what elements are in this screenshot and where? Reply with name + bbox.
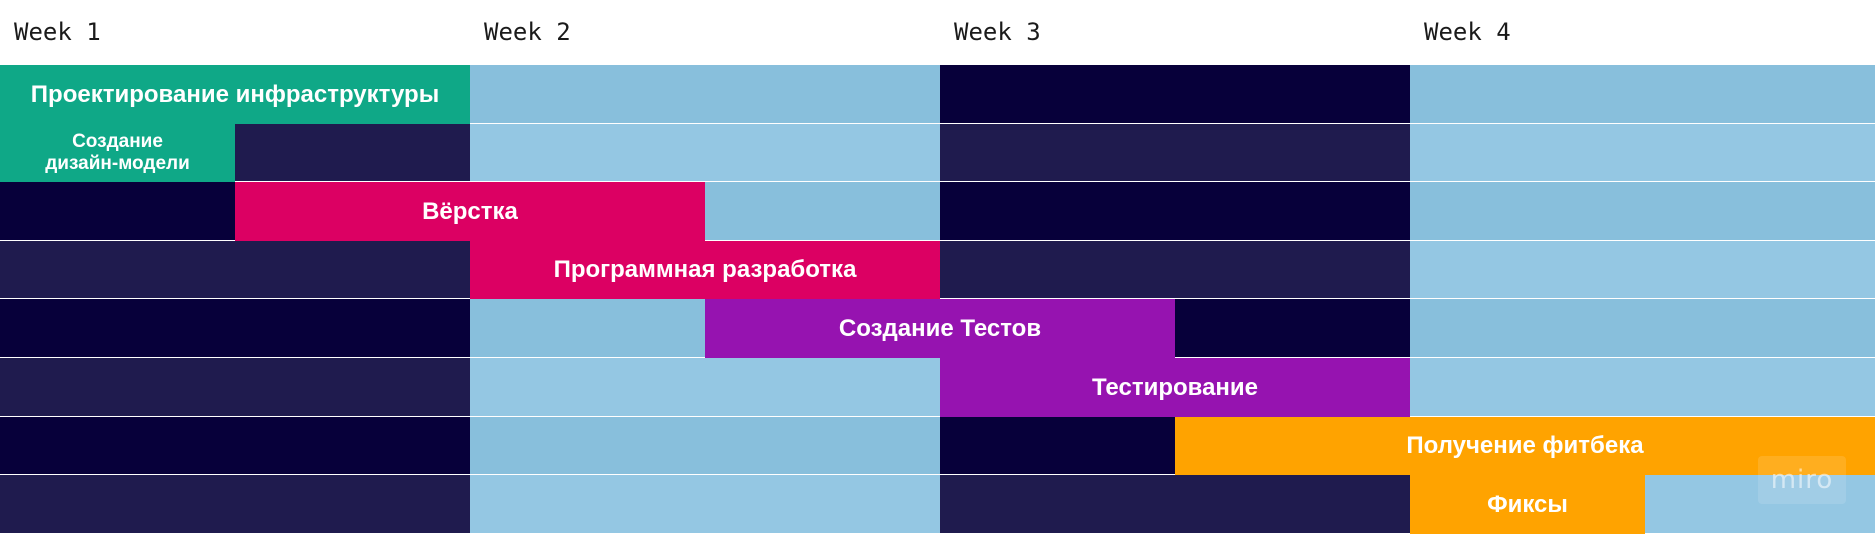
week-label: Week 2 <box>484 18 571 46</box>
grid-cell <box>1410 299 1875 357</box>
grid-cell <box>0 475 470 533</box>
week-label: Week 1 <box>14 18 101 46</box>
task-bar[interactable]: Тестирование <box>940 358 1410 417</box>
grid-cell <box>0 299 470 357</box>
grid-cell <box>0 358 470 416</box>
grid-cell <box>1410 65 1875 123</box>
task-bar[interactable]: Вёрстка <box>235 182 705 241</box>
grid-cell <box>470 358 940 416</box>
grid-cell <box>470 124 940 181</box>
task-bar[interactable]: Программная разработка <box>470 241 940 299</box>
task-bar[interactable]: Проектирование инфраструктуры <box>0 65 470 124</box>
gantt-board: Week 1 Week 2 Week 3 Week 4 Проектирование … <box>0 0 1875 534</box>
task-bar[interactable]: Создание дизайн-модели <box>0 124 235 182</box>
grid-cell <box>470 417 940 474</box>
grid-cell <box>940 241 1410 298</box>
task-bar[interactable]: Создание Тестов <box>705 299 1175 358</box>
grid-cell <box>1410 241 1875 298</box>
week-label: Week 3 <box>954 18 1041 46</box>
grid-cell <box>940 124 1410 181</box>
grid-cell <box>470 475 940 533</box>
grid-cell <box>0 417 470 474</box>
grid-cell <box>940 182 1410 240</box>
grid-cell <box>940 475 1410 533</box>
grid-cell <box>470 65 940 123</box>
task-bar[interactable]: Фиксы <box>1410 475 1645 534</box>
grid-cell <box>0 241 470 298</box>
grid-cell <box>1410 124 1875 181</box>
miro-watermark: miro <box>1758 456 1846 504</box>
grid-cell <box>1410 358 1875 416</box>
week-label: Week 4 <box>1424 18 1511 46</box>
grid-cell <box>940 65 1410 123</box>
grid-cell <box>1410 182 1875 240</box>
